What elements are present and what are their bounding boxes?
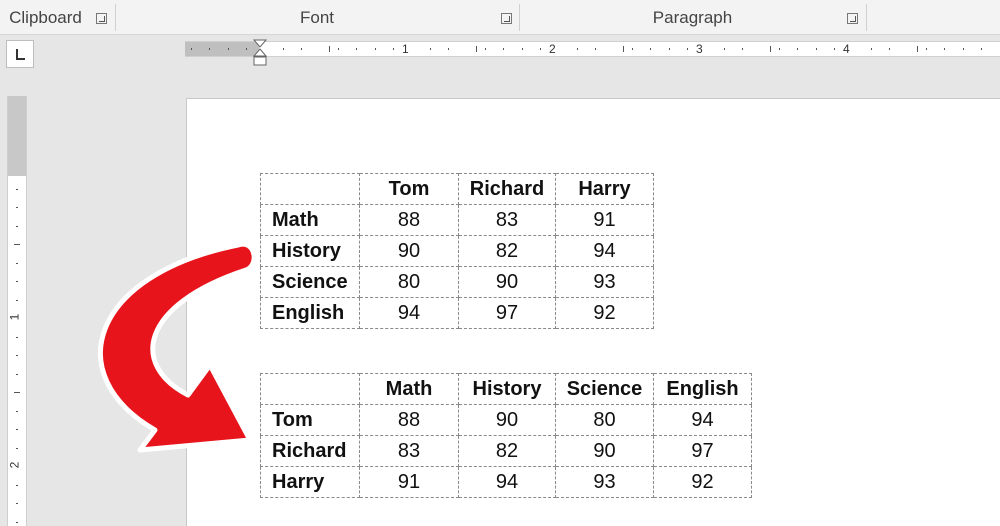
table-row: Harry 91 94 93 92 — [260, 466, 752, 498]
table-header-row: Tom Richard Harry — [260, 173, 654, 205]
table-cell[interactable]: 92 — [653, 466, 752, 498]
ruler-bar: 1 2 3 4 — [0, 36, 1000, 70]
table-cell[interactable]: 83 — [359, 435, 459, 467]
table-cell[interactable]: 91 — [555, 204, 654, 236]
ruler-number: 2 — [549, 42, 556, 56]
column-header[interactable]: Math — [359, 373, 459, 405]
indent-markers-icon[interactable] — [253, 36, 267, 72]
row-header[interactable]: History — [260, 235, 360, 267]
table-original[interactable]: Tom Richard Harry Math 88 83 91 History … — [260, 173, 654, 329]
table-cell[interactable]: 93 — [555, 466, 654, 498]
table-cell[interactable]: 97 — [458, 297, 556, 329]
ribbon-group-label: Paragraph — [652, 7, 733, 27]
clipboard-dialog-launcher-icon[interactable] — [96, 13, 107, 24]
row-header[interactable]: Harry — [260, 466, 360, 498]
tab-stop-selector-icon[interactable] — [6, 40, 34, 68]
table-corner-cell[interactable] — [260, 373, 360, 405]
document-page[interactable]: Tom Richard Harry Math 88 83 91 History … — [186, 98, 1000, 526]
row-header[interactable]: Science — [260, 266, 360, 298]
table-cell[interactable]: 90 — [458, 404, 556, 436]
ribbon: Clipboard Font Paragraph — [0, 0, 1000, 35]
table-cell[interactable]: 94 — [653, 404, 752, 436]
column-header[interactable]: Harry — [555, 173, 654, 205]
ruler-number: 3 — [696, 42, 703, 56]
font-dialog-launcher-icon[interactable] — [501, 13, 512, 24]
column-header[interactable]: English — [653, 373, 752, 405]
ruler-number: 1 — [402, 42, 409, 56]
row-header[interactable]: English — [260, 297, 360, 329]
table-cell[interactable]: 80 — [359, 266, 459, 298]
table-cell[interactable]: 97 — [653, 435, 752, 467]
ribbon-group-label: Clipboard — [9, 7, 82, 27]
table-row: History 90 82 94 — [260, 235, 654, 267]
ribbon-group-paragraph: Paragraph — [520, 0, 865, 35]
column-header[interactable]: Science — [555, 373, 654, 405]
table-row: Tom 88 90 80 94 — [260, 404, 752, 436]
table-cell[interactable]: 82 — [458, 235, 556, 267]
curved-arrow-icon — [98, 241, 257, 453]
table-cell[interactable]: 88 — [359, 404, 459, 436]
row-header[interactable]: Richard — [260, 435, 360, 467]
table-row: Richard 83 82 90 97 — [260, 435, 752, 467]
ruler-ticks — [191, 46, 982, 52]
table-cell[interactable]: 93 — [555, 266, 654, 298]
table-transposed[interactable]: Math History Science English Tom 88 90 8… — [260, 373, 752, 498]
table-cell[interactable]: 80 — [555, 404, 654, 436]
table-cell[interactable]: 94 — [555, 235, 654, 267]
ribbon-separator — [866, 4, 867, 31]
row-header[interactable]: Math — [260, 204, 360, 236]
table-row: Math 88 83 91 — [260, 204, 654, 236]
paragraph-dialog-launcher-icon[interactable] — [847, 13, 858, 24]
ruler-number: 1 — [7, 313, 22, 321]
table-cell[interactable]: 90 — [359, 235, 459, 267]
table-row: Science 80 90 93 — [260, 266, 654, 298]
table-header-row: Math History Science English — [260, 373, 752, 405]
column-header[interactable]: History — [458, 373, 556, 405]
table-cell[interactable]: 82 — [458, 435, 556, 467]
column-header[interactable]: Tom — [359, 173, 459, 205]
row-header[interactable]: Tom — [260, 404, 360, 436]
ruler-number: 4 — [843, 42, 850, 56]
vertical-ruler[interactable]: 1 2 — [7, 96, 27, 526]
table-row: English 94 97 92 — [260, 297, 654, 329]
table-cell[interactable]: 92 — [555, 297, 654, 329]
table-cell[interactable]: 88 — [359, 204, 459, 236]
table-cell[interactable]: 91 — [359, 466, 459, 498]
table-cell[interactable]: 94 — [458, 466, 556, 498]
table-cell[interactable]: 83 — [458, 204, 556, 236]
table-corner-cell[interactable] — [260, 173, 360, 205]
table-cell[interactable]: 90 — [555, 435, 654, 467]
table-cell[interactable]: 94 — [359, 297, 459, 329]
ruler-number: 2 — [7, 461, 22, 469]
horizontal-ruler[interactable]: 1 2 3 4 — [185, 41, 1000, 57]
ribbon-group-label: Font — [299, 7, 335, 27]
table-cell[interactable]: 90 — [458, 266, 556, 298]
ribbon-group-font: Font — [116, 0, 518, 35]
column-header[interactable]: Richard — [458, 173, 556, 205]
